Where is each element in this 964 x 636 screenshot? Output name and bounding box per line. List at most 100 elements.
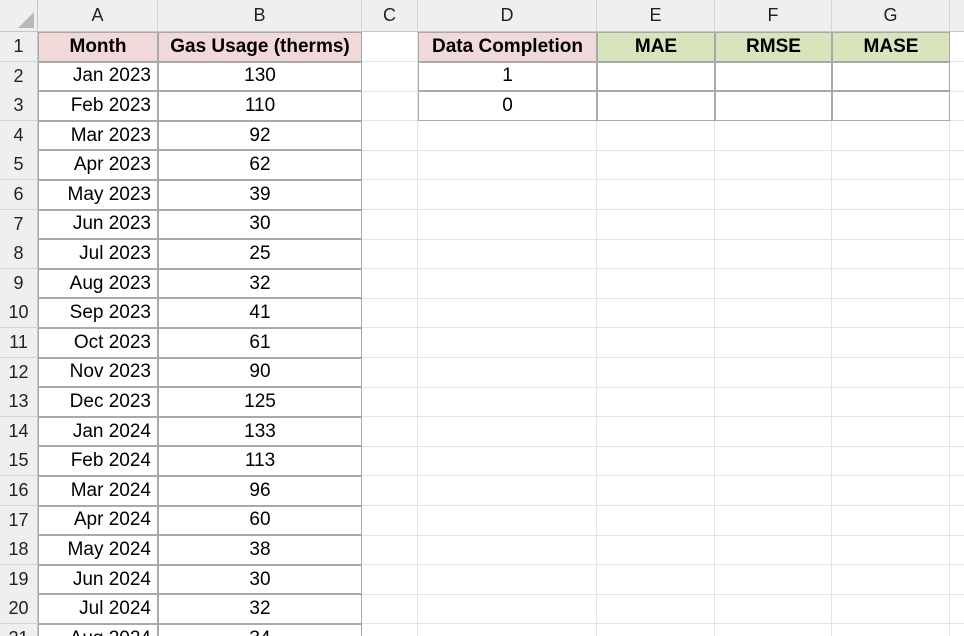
cell-gas-usage[interactable]: 133 [158,416,362,447]
grid-cell[interactable] [832,328,950,359]
grid-cell[interactable] [715,357,832,388]
row-header-5[interactable]: 5 [0,150,38,181]
grid-cell[interactable] [950,121,964,151]
grid-cell[interactable] [715,150,832,181]
cell-gas-usage[interactable]: 34 [158,624,362,636]
grid-cell[interactable] [950,180,964,211]
grid-cell[interactable] [362,209,418,240]
grid-cell[interactable] [362,624,418,636]
grid-cell[interactable] [832,298,950,329]
grid-cell[interactable] [597,505,715,536]
cell-month[interactable]: Jan 2024 [38,416,158,447]
grid-cell[interactable] [950,91,964,122]
cell-gas-usage[interactable]: 90 [158,357,362,388]
grid-cell[interactable] [832,120,950,151]
grid-cell[interactable] [418,268,597,299]
row-header-18[interactable]: 18 [0,535,38,566]
cell-gas-usage[interactable]: 61 [158,328,362,358]
grid-cell[interactable] [950,624,964,636]
grid-cell[interactable] [715,268,832,299]
row-header-4[interactable]: 4 [0,120,38,151]
grid-cell[interactable] [418,476,597,507]
grid-cell[interactable] [832,564,950,595]
grid-cell[interactable] [362,535,418,566]
grid-cell[interactable] [715,120,832,151]
column-header-d[interactable]: D [418,0,597,32]
cell-month[interactable]: Jun 2023 [38,209,158,240]
grid-cell[interactable] [418,446,597,477]
grid-cell[interactable] [832,268,950,299]
grid-cell[interactable] [362,298,418,329]
cell-gas-usage[interactable]: 92 [158,120,362,151]
grid-cell[interactable] [715,476,832,507]
row-header-14[interactable]: 14 [0,416,38,447]
grid-cell[interactable] [418,328,597,359]
cell-month[interactable]: Apr 2023 [38,150,158,180]
cell-rmse[interactable] [715,91,832,121]
grid-cell[interactable] [418,416,597,447]
grid-cell[interactable] [418,505,597,536]
grid-cell[interactable] [597,180,715,211]
grid-cell[interactable] [597,268,715,299]
cell-month[interactable]: Nov 2023 [38,357,158,388]
grid-cell[interactable] [597,387,715,418]
grid-cell[interactable] [418,535,597,566]
grid-cell[interactable] [418,357,597,388]
cell-month[interactable]: Mar 2023 [38,120,158,151]
grid-cell[interactable] [832,180,950,211]
row-header-6[interactable]: 6 [0,180,38,211]
grid-cell[interactable] [715,594,832,625]
row-header-15[interactable]: 15 [0,446,38,477]
cell-gas-usage[interactable]: 30 [158,209,362,240]
header-rmse[interactable]: RMSE [715,32,832,62]
grid-cell[interactable] [597,209,715,240]
grid-cell[interactable] [362,416,418,447]
grid-cell[interactable] [715,564,832,595]
cell-month[interactable]: Mar 2024 [38,476,158,506]
grid-cell[interactable] [832,416,950,447]
grid-cell[interactable] [362,150,418,181]
cell-rmse[interactable] [715,61,832,92]
grid-cell[interactable] [950,594,964,625]
cell-data-completion[interactable]: 0 [418,91,597,121]
grid-cell[interactable] [950,210,964,240]
header-mase[interactable]: MASE [832,32,950,62]
column-header-g[interactable]: G [832,0,950,32]
grid-cell[interactable] [832,594,950,625]
cell-gas-usage[interactable]: 60 [158,505,362,536]
grid-cell[interactable] [418,564,597,595]
column-header-a[interactable]: A [38,0,158,32]
grid-cell[interactable] [597,446,715,477]
grid-cell[interactable] [715,446,832,477]
row-header-20[interactable]: 20 [0,594,38,625]
grid-cell[interactable] [362,32,418,63]
row-header-3[interactable]: 3 [0,91,38,122]
grid-cell[interactable] [832,535,950,566]
grid-cell[interactable] [597,298,715,329]
grid-cell[interactable] [832,209,950,240]
grid-cell[interactable] [362,446,418,477]
header-gas-usage[interactable]: Gas Usage (therms) [158,32,362,62]
grid-cell[interactable] [418,594,597,625]
grid-cell[interactable] [715,505,832,536]
grid-cell[interactable] [418,120,597,151]
cell-gas-usage[interactable]: 62 [158,150,362,180]
row-header-17[interactable]: 17 [0,505,38,536]
grid-cell[interactable] [950,239,964,270]
grid-cell[interactable] [362,328,418,359]
row-header-2[interactable]: 2 [0,61,38,92]
cell-month[interactable]: Jan 2023 [38,61,158,92]
grid-cell[interactable] [950,62,964,92]
cell-month[interactable]: Aug 2024 [38,624,158,636]
cell-gas-usage[interactable]: 113 [158,446,362,476]
column-header-f[interactable]: F [715,0,832,32]
grid-cell[interactable] [362,357,418,388]
cell-gas-usage[interactable]: 30 [158,564,362,595]
grid-cell[interactable] [950,150,964,181]
grid-cell[interactable] [362,120,418,151]
cell-month[interactable]: Sep 2023 [38,298,158,328]
grid-cell[interactable] [715,239,832,270]
cell-month[interactable]: Oct 2023 [38,328,158,358]
cell-gas-usage[interactable]: 96 [158,476,362,506]
grid-cell[interactable] [418,180,597,211]
